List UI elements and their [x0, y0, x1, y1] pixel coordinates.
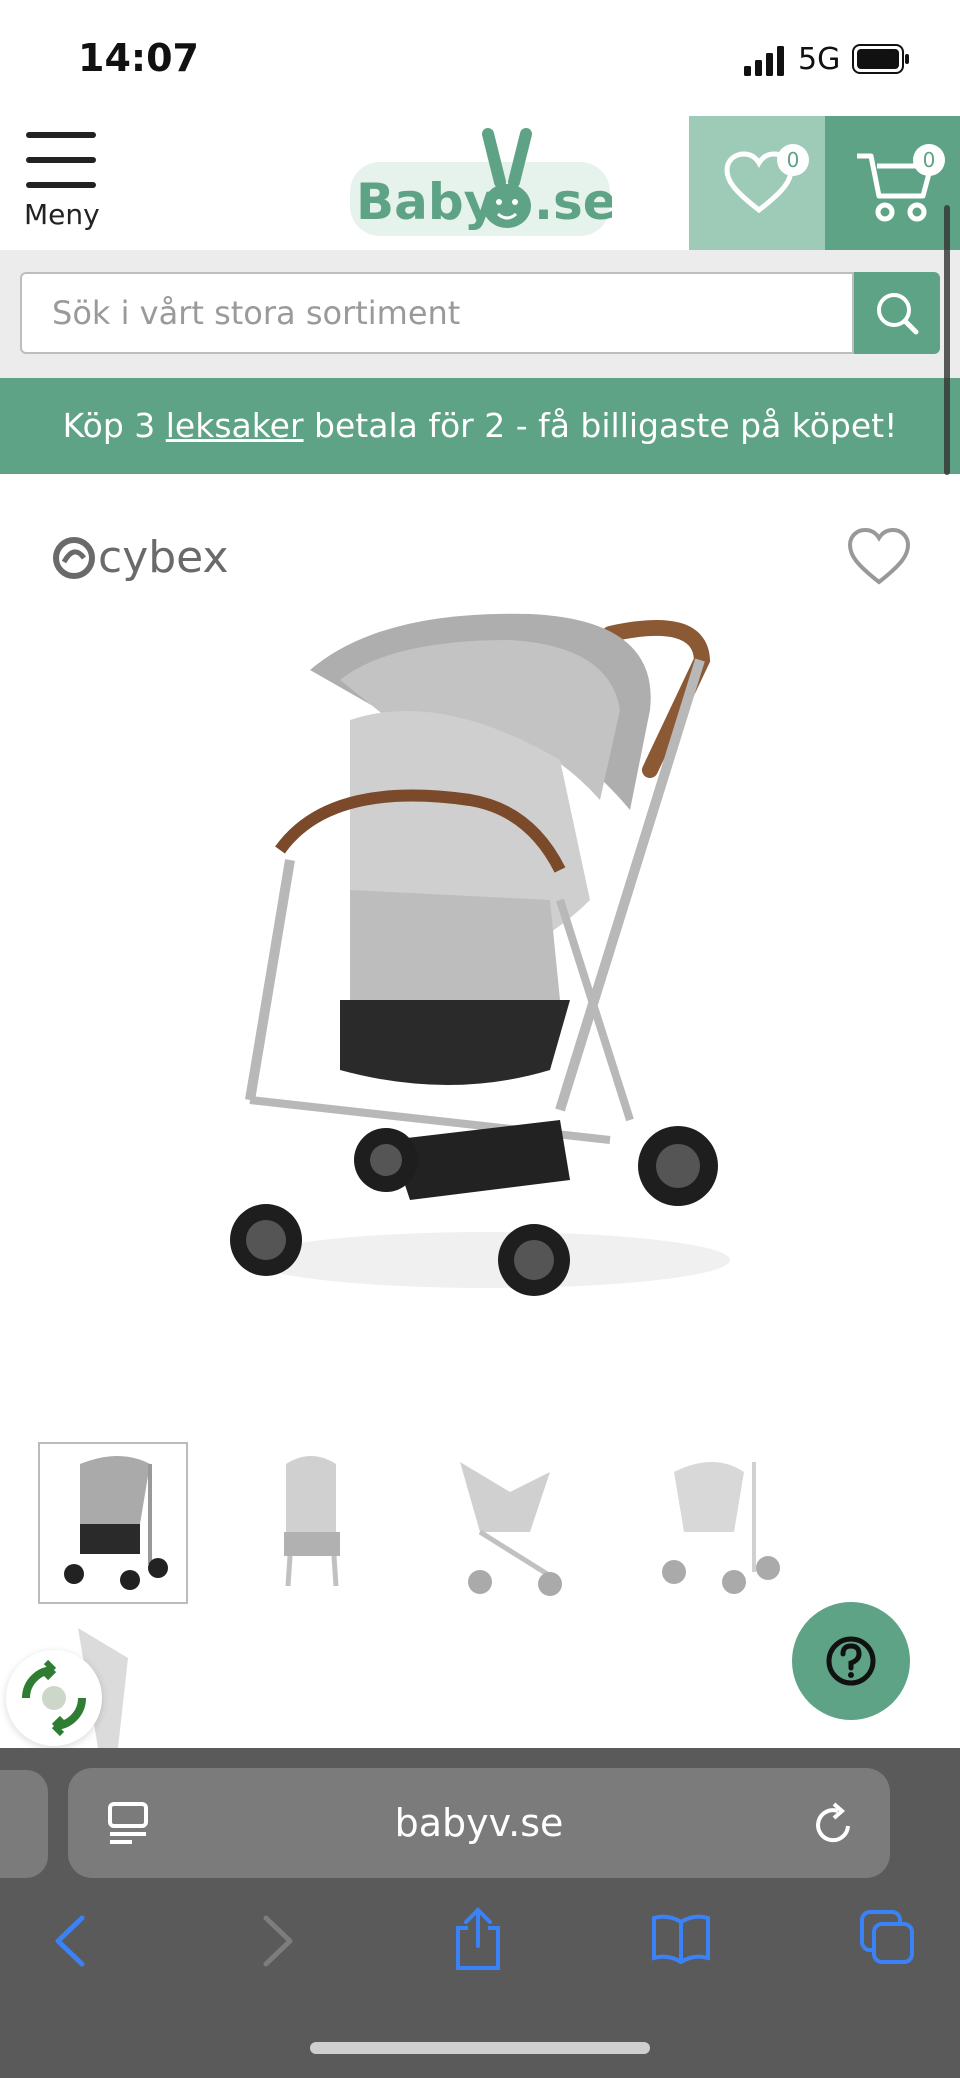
hamburger-icon: [26, 132, 96, 188]
network-type: 5G: [798, 42, 841, 77]
svg-text:.se: .se: [534, 173, 612, 231]
eco-badge[interactable]: [6, 1650, 102, 1746]
search-button[interactable]: [854, 272, 940, 354]
thumbnail-image: [284, 1456, 340, 1587]
bookmarks-icon[interactable]: [650, 1912, 712, 1964]
battery-icon: [852, 44, 909, 74]
promo-link[interactable]: leksaker: [166, 406, 304, 445]
thumbnail-image: [662, 1462, 780, 1594]
forward-icon[interactable]: [258, 1914, 298, 1968]
search-input[interactable]: Sök i vårt stora sortiment: [20, 272, 854, 354]
promo-prefix: Köp 3: [62, 406, 166, 445]
wishlist-button[interactable]: 0: [689, 116, 825, 250]
menu-label: Meny: [24, 198, 100, 231]
back-icon[interactable]: [50, 1914, 90, 1968]
brand-logo[interactable]: cybex: [50, 530, 250, 586]
help-button[interactable]: [792, 1602, 910, 1720]
question-icon: [826, 1636, 876, 1686]
product-thumbnail-3[interactable]: [440, 1442, 590, 1604]
cart-count-badge: 0: [913, 144, 945, 176]
product-thumbnail-4[interactable]: [644, 1442, 794, 1604]
tabs-icon[interactable]: [858, 1908, 916, 1966]
previous-tab[interactable]: [0, 1770, 48, 1878]
promo-banner: Köp 3 leksaker betala för 2 - få billiga…: [0, 378, 960, 474]
search-icon: [877, 293, 919, 335]
product-thumbnail-1[interactable]: [38, 1442, 188, 1604]
product-image[interactable]: [230, 600, 750, 1320]
brand-name: cybex: [98, 532, 229, 583]
thumbnail-image: [460, 1462, 562, 1596]
product-thumbnail-2[interactable]: [236, 1442, 386, 1604]
share-icon[interactable]: [452, 1906, 504, 1972]
recycle-icon: [22, 1659, 86, 1737]
wishlist-count-badge: 0: [777, 144, 809, 176]
logo-graphic: Baby .se: [350, 128, 617, 236]
site-logo[interactable]: Baby .se: [348, 124, 617, 242]
promo-suffix: betala för 2 - få billigaste på köpet!: [303, 406, 898, 445]
add-to-wishlist-icon[interactable]: [846, 526, 912, 588]
status-time: 14:07: [78, 36, 199, 80]
signal-icon: [744, 46, 784, 76]
page-url: babyv.se: [394, 1801, 564, 1845]
cybex-logo: cybex: [53, 532, 229, 583]
cart-button[interactable]: 0: [825, 116, 960, 250]
svg-text:Baby: Baby: [356, 173, 496, 231]
page-scrollbar[interactable]: [944, 205, 950, 475]
thumbnail-image: [64, 1456, 168, 1590]
home-indicator: [310, 2042, 650, 2054]
